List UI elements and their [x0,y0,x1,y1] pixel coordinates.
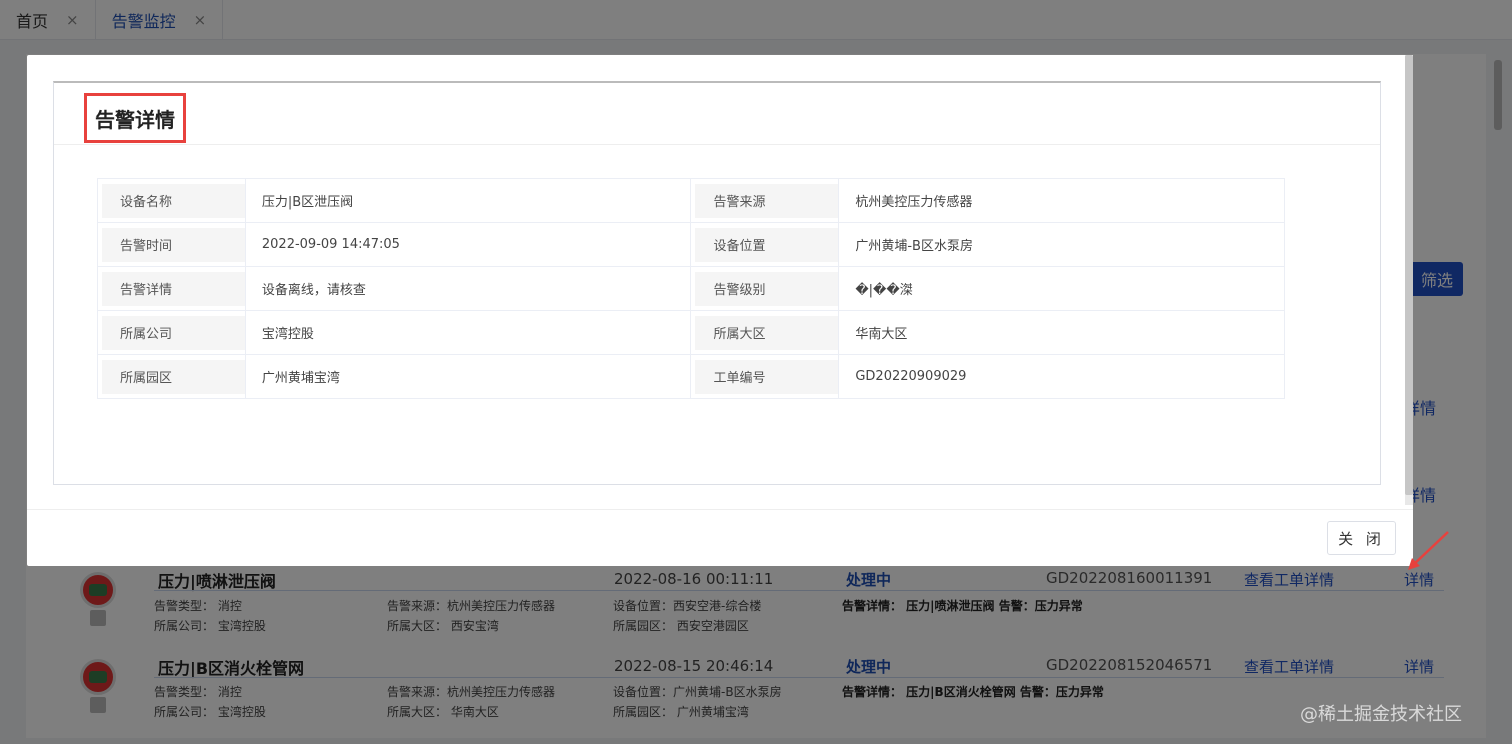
field-value: �|��滐 [838,266,1285,311]
field-label-cell: 告警来源 [690,178,840,223]
close-button[interactable]: 关 闭 [1327,521,1396,555]
watermark: @稀土掘金技术社区 [1300,704,1462,725]
field-label-cell: 告警时间 [97,222,246,267]
field-label-cell: 告警级别 [690,266,840,311]
scrollbar-thumb[interactable] [1405,55,1413,495]
field-value: 宝湾控股 [244,310,692,355]
field-label-cell: 设备名称 [97,178,246,223]
field-label-cell: 所属园区 [97,354,246,399]
dialog-title: 告警详情 [84,93,186,143]
field-label: 设备名称 [102,183,245,218]
alarm-detail-dialog: 告警详情 设备名称 压力|B区泄压阀 告警来源 杭州美控压力传感器 告警时间 2022-0… [27,55,1413,566]
field-label: 所属公司 [102,315,245,350]
detail-row: 设备名称 压力|B区泄压阀 告警来源 杭州美控压力传感器 [97,178,1285,223]
field-value: 杭州美控压力传感器 [838,178,1285,223]
dialog-header: 告警详情 [54,83,1380,145]
field-label: 所属园区 [102,359,245,394]
field-value: 华南大区 [838,310,1285,355]
dialog-scrollbar[interactable] [1405,55,1413,505]
detail-row: 所属园区 广州黄埔宝湾 工单编号 GD20220909029 [97,354,1285,399]
detail-row: 所属公司 宝湾控股 所属大区 华南大区 [97,310,1285,355]
field-value: GD20220909029 [838,354,1285,399]
red-arrow-annotation [1408,531,1449,570]
field-label-cell: 工单编号 [690,354,840,399]
field-label-cell: 告警详情 [97,266,246,311]
field-label-cell: 所属公司 [97,310,246,355]
detail-row: 告警时间 2022-09-09 14:47:05 设备位置 广州黄埔-B区水泵房 [97,222,1285,267]
field-label: 告警来源 [695,183,839,218]
alarm-detail-table: 设备名称 压力|B区泄压阀 告警来源 杭州美控压力传感器 告警时间 2022-09-09 … [97,178,1285,399]
field-value: 广州黄埔-B区水泵房 [838,222,1285,267]
dialog-footer-divider [27,509,1413,510]
field-label: 告警时间 [102,227,245,262]
field-label-cell: 所属大区 [690,310,840,355]
field-label: 设备位置 [695,227,839,262]
field-label: 所属大区 [695,315,839,350]
field-label-cell: 设备位置 [690,222,840,267]
field-value: 压力|B区泄压阀 [244,178,692,223]
detail-row: 告警详情 设备离线，请核查 告警级别 �|��滐 [97,266,1285,311]
field-value: 广州黄埔宝湾 [244,354,692,399]
field-value: 设备离线，请核查 [244,266,692,311]
field-label: 告警级别 [695,271,839,306]
field-label: 告警详情 [102,271,245,306]
field-label: 工单编号 [695,359,839,394]
field-value: 2022-09-09 14:47:05 [244,222,692,267]
